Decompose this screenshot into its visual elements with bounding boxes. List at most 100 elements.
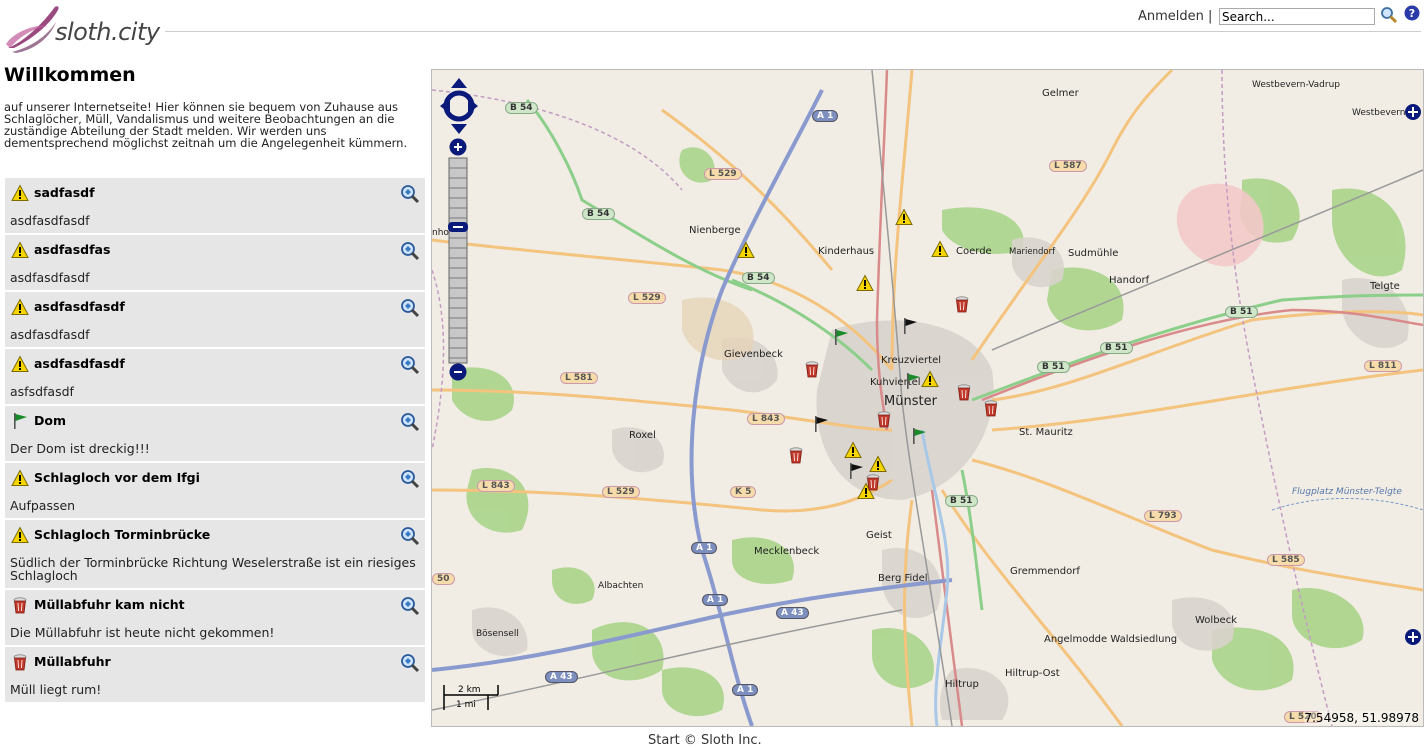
report-title: Schlagloch Torminbrücke [34, 527, 211, 542]
place-label: Gelmer [1042, 88, 1079, 99]
expand-overview-icon[interactable] [1405, 629, 1421, 645]
road-shield: A 1 [691, 542, 718, 554]
flag-icon [11, 412, 29, 429]
report-item[interactable]: Schlagloch vor dem Ifgi Aufpassen [5, 463, 425, 520]
black-flag-icon[interactable] [847, 462, 865, 480]
trash-icon[interactable] [982, 399, 1000, 417]
scale-bar: 2 km 1 mi [442, 682, 502, 714]
svg-text:?: ? [1409, 7, 1415, 20]
place-label: Kreuzviertel [881, 355, 941, 366]
road-shield: B 51 [1225, 306, 1258, 318]
warning-icon[interactable] [931, 240, 949, 258]
search-icon[interactable] [1380, 6, 1398, 24]
warning-icon[interactable] [737, 241, 755, 259]
footer: Start © Sloth Inc. [648, 733, 762, 748]
road-shield: L 587 [1049, 160, 1087, 172]
road-shield: L 529 [704, 168, 742, 180]
road-shield: B 54 [582, 208, 615, 220]
warning-icon[interactable] [921, 370, 939, 388]
zoom-to-icon[interactable] [400, 298, 420, 318]
warning-icon[interactable] [895, 208, 913, 226]
zoom-to-icon[interactable] [400, 653, 420, 673]
place-label: Westbevern [1352, 108, 1406, 118]
trash-icon[interactable] [787, 446, 805, 464]
road-shield: L 529 [628, 292, 666, 304]
zoom-to-icon[interactable] [400, 184, 420, 204]
expand-layers-icon[interactable] [1405, 104, 1421, 120]
warning-icon [11, 526, 29, 543]
trash-icon[interactable] [955, 383, 973, 401]
road-shield: B 54 [505, 102, 538, 114]
warning-icon[interactable] [869, 455, 887, 473]
place-label: Gievenbeck [724, 349, 783, 360]
place-label: Roxel [629, 430, 656, 441]
report-item[interactable]: asdfasdfasdf asdfasdfasdf [5, 292, 425, 349]
map-view[interactable]: Gelmer Westbevern-Vadrup Westbevern Nien… [431, 69, 1424, 727]
report-item[interactable]: asdfasdfasdf asfsdfasdf [5, 349, 425, 406]
logo-text: sloth.city [55, 18, 160, 46]
pan-control[interactable] [440, 78, 478, 134]
place-label: Angelmodde Waldsiedlung [1044, 634, 1178, 645]
warning-icon[interactable] [856, 274, 874, 292]
logo[interactable]: sloth.city [4, 2, 164, 54]
road-shield: B 51 [945, 495, 978, 507]
intro-text: auf unserer Internetseite! Hier können s… [4, 100, 408, 150]
road-shield: L 585 [1267, 554, 1305, 566]
zoom-to-icon[interactable] [400, 526, 420, 546]
report-item[interactable]: sadfasdf asdfasdfasdf [5, 178, 425, 235]
road-shield: L 843 [747, 413, 785, 425]
place-label: St. Mauritz [1019, 427, 1073, 438]
zoom-to-icon[interactable] [400, 412, 420, 432]
place-label: Mecklenbeck [754, 546, 820, 557]
report-description: asfsdfasdf [10, 384, 74, 399]
road-shield: B 51 [1100, 342, 1133, 354]
road-shield: K 5 [730, 486, 757, 498]
report-item[interactable]: asdfasdfas asdfasdfasdf [5, 235, 425, 292]
place-label: Geist [866, 530, 892, 541]
place-label: Kinderhaus [818, 246, 875, 257]
trash-icon [11, 596, 29, 614]
place-label: Bösensell [476, 629, 519, 639]
road-shield: A 1 [812, 110, 839, 122]
road-shield: L 811 [1364, 360, 1402, 372]
place-label: Hiltrup [945, 679, 979, 690]
place-label: Coerde [956, 246, 992, 257]
place-label: Berg Fidel [878, 573, 928, 584]
report-description: Müll liegt rum! [10, 682, 102, 697]
trash-icon[interactable] [864, 473, 882, 491]
flag-icon[interactable] [832, 328, 850, 346]
zoom-to-icon[interactable] [400, 355, 420, 375]
report-title: Schlagloch vor dem Ifgi [34, 470, 200, 485]
trash-icon[interactable] [875, 410, 893, 428]
help-icon[interactable]: ? [1404, 5, 1420, 21]
warning-icon[interactable] [844, 441, 862, 459]
place-label: Albachten [598, 581, 644, 591]
road-shield: B 54 [742, 272, 775, 284]
login-link[interactable]: Anmelden [1138, 9, 1204, 24]
trash-icon [11, 653, 29, 671]
trash-icon[interactable] [953, 295, 971, 313]
report-description: Die Müllabfuhr ist heute nicht gekommen! [10, 625, 275, 640]
report-item[interactable]: Müllabfuhr Müll liegt rum! [5, 647, 425, 704]
zoom-to-icon[interactable] [400, 596, 420, 616]
flag-icon[interactable] [910, 427, 928, 445]
report-title: Müllabfuhr [34, 654, 111, 669]
report-title: asdfasdfasdf [34, 299, 125, 314]
header-divider [165, 31, 1421, 32]
zoom-to-icon[interactable] [400, 241, 420, 261]
zoom-bar[interactable] [448, 138, 468, 382]
road-shield: L 581 [560, 372, 598, 384]
city-label: Münster [884, 394, 937, 409]
report-item[interactable]: Schlagloch Torminbrücke Südlich der Torm… [5, 520, 425, 590]
black-flag-icon[interactable] [812, 415, 830, 433]
trash-icon[interactable] [803, 360, 821, 378]
report-title: asdfasdfas [34, 242, 111, 257]
black-flag-icon[interactable] [901, 317, 919, 335]
search-input[interactable] [1219, 8, 1375, 25]
page-title: Willkommen [4, 64, 136, 86]
zoom-to-icon[interactable] [400, 469, 420, 489]
place-label: Hiltrup-Ost [1005, 668, 1060, 679]
flag-icon[interactable] [904, 372, 922, 390]
report-item[interactable]: Dom Der Dom ist dreckig!!! [5, 406, 425, 463]
report-item[interactable]: Müllabfuhr kam nicht Die Müllabfuhr ist … [5, 590, 425, 647]
